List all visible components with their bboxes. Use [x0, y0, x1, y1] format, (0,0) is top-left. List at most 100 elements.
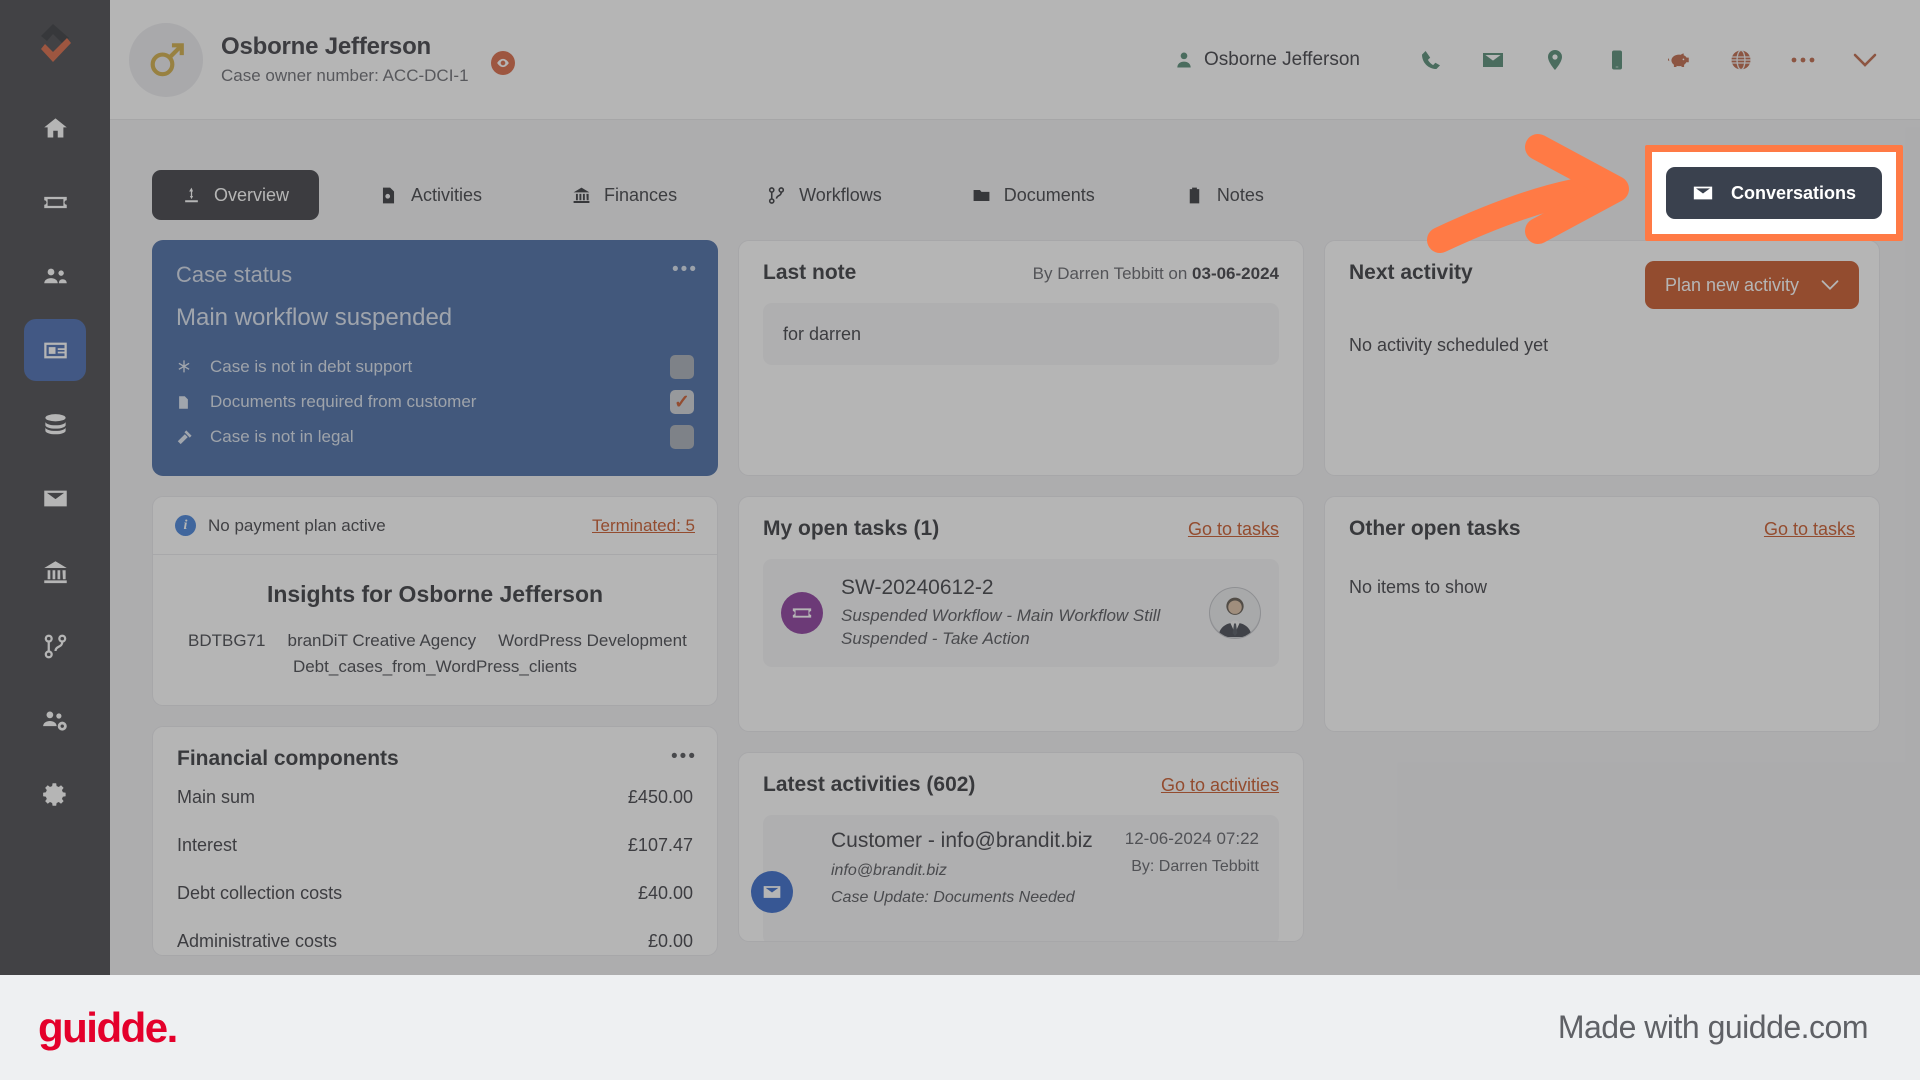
last-note-body[interactable]: for darren: [763, 303, 1279, 365]
plan-new-activity-button[interactable]: Plan new activity: [1644, 261, 1859, 309]
guidde-logo: guidde.: [38, 1003, 178, 1051]
application-root: Osborne Jefferson Case owner number: ACC…: [0, 0, 1920, 975]
tab-activities[interactable]: Activities: [349, 170, 512, 220]
phone-icon[interactable]: [1400, 34, 1462, 86]
case-status-label: Documents required from customer: [210, 392, 477, 411]
ellipsis-icon[interactable]: •••: [672, 260, 698, 279]
insights-tag: Debt_cases_from_WordPress_clients: [292, 657, 578, 677]
financial-row-name: Debt collection costs: [177, 883, 343, 904]
piggy-bank-icon[interactable]: [1648, 34, 1710, 86]
case-status-card: Case status ••• Main workflow suspended …: [152, 240, 718, 476]
activity-main: Customer - info@brandit.biz info@brandit…: [831, 829, 1093, 931]
header-user[interactable]: Osborne Jefferson: [1174, 49, 1360, 71]
sidebar-item-mail[interactable]: [24, 467, 86, 529]
envelope-icon: [1693, 186, 1713, 200]
my-open-tasks-header: My open tasks (1) Go to tasks: [763, 517, 1279, 541]
insights-body: Insights for Osborne Jefferson BDTBG71 br…: [153, 555, 717, 705]
activity-subject: Case Update: Documents Needed: [831, 889, 1075, 906]
financial-row-name: Administrative costs: [177, 931, 338, 952]
mobile-phone-icon[interactable]: [1586, 34, 1648, 86]
case-identity: Osborne Jefferson Case owner number: ACC…: [221, 33, 469, 86]
last-note-meta: By Darren Tebbitt on 03-06-2024: [1033, 264, 1279, 284]
other-open-tasks-header: Other open tasks Go to tasks: [1349, 517, 1855, 541]
sidebar-item-cases[interactable]: [24, 319, 86, 381]
asterisk-icon: [176, 359, 210, 375]
task-list-item[interactable]: SW-20240612-2 Suspended Workflow - Main …: [763, 559, 1279, 667]
terminated-link[interactable]: Terminated: 5: [592, 516, 695, 536]
sidebar-item-tickets[interactable]: [24, 171, 86, 233]
insights-card: i No payment plan active Terminated: 5 I…: [152, 496, 718, 706]
next-activity-card: Next activity Plan new activity No activ…: [1324, 240, 1880, 476]
tab-label: Activities: [411, 184, 483, 205]
other-open-tasks-title: Other open tasks: [1349, 517, 1521, 540]
tab-notes[interactable]: Notes: [1155, 170, 1294, 220]
tab-label: Documents: [1003, 184, 1095, 205]
last-note-card: Last note By Darren Tebbitt on 03-06-202…: [738, 240, 1304, 476]
sidebar-item-home[interactable]: [24, 97, 86, 159]
location-pin-icon[interactable]: [1524, 34, 1586, 86]
activity-meta: 12-06-2024 07:22 By: Darren Tebbitt: [1125, 829, 1259, 931]
case-status-row: Case is not in legal: [176, 422, 694, 452]
case-owner-number: Case owner number: ACC-DCI-1: [221, 66, 469, 85]
activity-list-item[interactable]: Customer - info@brandit.biz info@brandit…: [751, 815, 1279, 941]
ellipsis-icon[interactable]: •••: [671, 747, 697, 766]
middle-column: Last note By Darren Tebbitt on 03-06-202…: [738, 240, 1304, 962]
chevron-down-icon: [1821, 280, 1839, 291]
go-to-tasks-link[interactable]: Go to tasks: [1764, 519, 1855, 540]
guidde-footer: guidde. Made with guidde.com: [0, 975, 1920, 1080]
tab-label: Workflows: [799, 184, 882, 205]
right-column: Next activity Plan new activity No activ…: [1324, 240, 1880, 752]
case-status-checkbox[interactable]: [670, 355, 694, 379]
last-note-header: Last note By Darren Tebbitt on 03-06-202…: [763, 261, 1279, 285]
left-column: Case status ••• Main workflow suspended …: [152, 240, 718, 975]
insights-tag: WordPress Development: [498, 631, 687, 650]
case-status-title: Case status: [176, 262, 293, 287]
eye-icon[interactable]: [490, 50, 515, 75]
task-code: SW-20240612-2: [841, 575, 994, 599]
case-status-checkbox[interactable]: ✓: [670, 390, 694, 414]
tab-workflows[interactable]: Workflows: [737, 170, 912, 220]
other-open-tasks-card: Other open tasks Go to tasks No items to…: [1324, 496, 1880, 732]
sidebar-item-finances[interactable]: [24, 541, 86, 603]
latest-activities-title: Latest activities (602): [763, 773, 976, 796]
other-open-tasks-empty: No items to show: [1349, 577, 1488, 597]
sidebar-item-database[interactable]: [24, 393, 86, 455]
last-note-author: By Darren Tebbitt on: [1032, 264, 1193, 283]
app-logo-icon[interactable]: [33, 22, 77, 71]
financial-row-value: £107.47: [627, 835, 693, 856]
ticket-icon: [781, 592, 823, 634]
chevron-down-icon[interactable]: [1834, 34, 1896, 86]
insights-tag: BDTBG71: [188, 631, 266, 650]
sidebar-item-team-settings[interactable]: [24, 689, 86, 751]
globe-icon[interactable]: [1710, 34, 1772, 86]
financial-row-name: Main sum: [177, 787, 256, 808]
financial-row-value: £0.00: [647, 931, 693, 952]
header-actions: Osborne Jefferson: [1174, 34, 1920, 86]
task-text: SW-20240612-2 Suspended Workflow - Main …: [841, 576, 1209, 651]
case-status-checkbox[interactable]: [670, 425, 694, 449]
financial-row-value: £450.00: [627, 787, 693, 808]
go-to-activities-link[interactable]: Go to activities: [1161, 775, 1279, 796]
envelope-icon[interactable]: [1462, 34, 1524, 86]
case-status-row: Documents required from customer ✓: [176, 387, 694, 417]
ellipsis-icon[interactable]: [1772, 34, 1834, 86]
sidebar-item-settings[interactable]: [24, 763, 86, 825]
tab-finances[interactable]: Finances: [542, 170, 707, 220]
go-to-tasks-link[interactable]: Go to tasks: [1188, 519, 1279, 540]
activity-author: By: Darren Tebbitt: [1131, 858, 1259, 875]
person-icon: [1177, 52, 1191, 67]
male-gender-icon: [129, 22, 203, 97]
tab-overview[interactable]: Overview: [152, 170, 320, 220]
header-user-name: Osborne Jefferson: [1204, 48, 1360, 70]
tab-documents[interactable]: Documents: [942, 170, 1125, 220]
activity-from: info@brandit.biz: [831, 862, 947, 879]
task-description: Suspended Workflow - Main Workflow Still…: [841, 605, 1161, 648]
conversations-button[interactable]: Conversations: [1665, 167, 1883, 219]
gavel-icon: [176, 429, 210, 446]
payment-plan-row: i No payment plan active Terminated: 5: [153, 497, 717, 555]
sidebar-item-workflows[interactable]: [24, 615, 86, 677]
last-note-date: 03-06-2024: [1192, 264, 1279, 283]
sidebar-item-people[interactable]: [24, 245, 86, 307]
conversations-highlight: Conversations: [1663, 163, 1885, 223]
financial-row-value: £40.00: [637, 883, 693, 904]
